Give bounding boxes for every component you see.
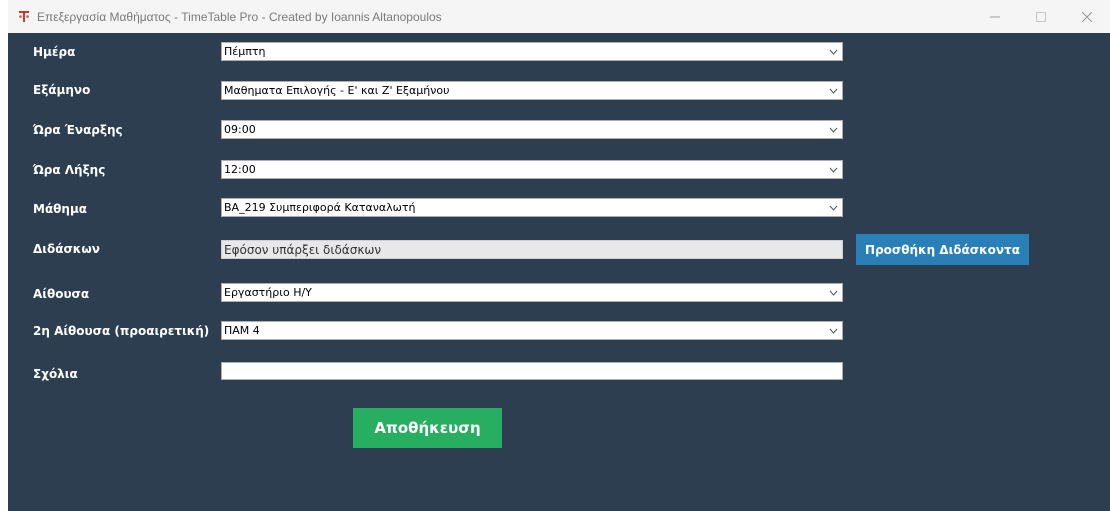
chevron-down-icon — [829, 127, 838, 133]
minimize-button[interactable] — [972, 0, 1018, 33]
minimize-icon — [990, 16, 1000, 17]
end-time-label: Ώρα Λήξης — [33, 163, 106, 177]
chevron-down-icon — [829, 290, 838, 296]
room2-select[interactable]: ΠΑΜ 4 — [221, 321, 843, 340]
comments-input[interactable] — [221, 362, 843, 380]
edit-course-window: Επεξεργασία Μαθήματος - TimeTable Pro - … — [8, 0, 1110, 511]
instructor-field-value: Εφόσον υπάρξει διδάσκων — [224, 242, 382, 257]
close-icon — [1082, 11, 1092, 22]
chevron-down-icon — [829, 328, 838, 334]
semester-select[interactable]: Μαθηματα Επιλογής - Ε' και Ζ' Εξαμήνου — [221, 81, 843, 100]
window-controls — [972, 0, 1110, 33]
day-label: Ημέρα — [33, 45, 76, 59]
course-select[interactable]: BA_219 Συμπεριφορά Καταναλωτή — [221, 198, 843, 217]
room-select-value: Εργαστήριο Η/Υ — [224, 286, 312, 299]
end-time-select[interactable]: 12:00 — [221, 160, 843, 179]
title-bar: Επεξεργασία Μαθήματος - TimeTable Pro - … — [8, 0, 1110, 33]
window-title: Επεξεργασία Μαθήματος - TimeTable Pro - … — [37, 9, 442, 24]
start-time-label: Ώρα Έναρξης — [33, 123, 123, 137]
room2-label: 2η Αίθουσα (προαιρετική) — [33, 324, 210, 338]
room-label: Αίθουσα — [33, 287, 90, 301]
add-instructor-button[interactable]: Προσθήκη Διδάσκοντα — [856, 234, 1029, 265]
comments-label: Σχόλια — [33, 367, 78, 381]
semester-label: Εξάμηνο — [33, 83, 91, 97]
semester-select-value: Μαθηματα Επιλογής - Ε' και Ζ' Εξαμήνου — [224, 84, 450, 97]
maximize-icon — [1036, 11, 1046, 22]
day-select[interactable]: Πέμπτη — [221, 42, 843, 61]
chevron-down-icon — [829, 167, 838, 173]
chevron-down-icon — [829, 88, 838, 94]
day-select-value: Πέμπτη — [224, 45, 266, 58]
instructor-label: Διδάσκων — [33, 242, 100, 256]
start-time-select[interactable]: 09:00 — [221, 120, 843, 139]
room2-select-value: ΠΑΜ 4 — [224, 324, 260, 337]
room-select[interactable]: Εργαστήριο Η/Υ — [221, 283, 843, 302]
save-button[interactable]: Αποθήκευση — [353, 408, 502, 448]
app-icon — [17, 10, 31, 24]
start-time-select-value: 09:00 — [224, 123, 256, 136]
course-label: Μάθημα — [33, 202, 88, 216]
instructor-field: Εφόσον υπάρξει διδάσκων — [221, 240, 843, 259]
course-select-value: BA_219 Συμπεριφορά Καταναλωτή — [224, 201, 416, 214]
close-button[interactable] — [1064, 0, 1110, 33]
chevron-down-icon — [829, 205, 838, 211]
end-time-select-value: 12:00 — [224, 163, 256, 176]
chevron-down-icon — [829, 49, 838, 55]
maximize-button[interactable] — [1018, 0, 1064, 33]
